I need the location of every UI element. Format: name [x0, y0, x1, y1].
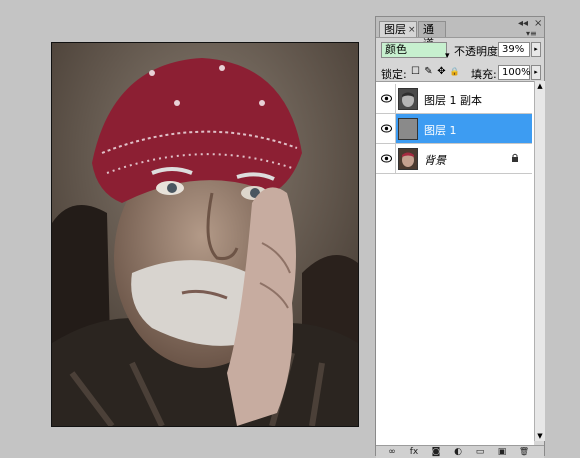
- layers-panel: 图层 × 通道 ◂◂ × ▾≡ 颜色 ▾ 不透明度: 39% ▸ 锁定: ☐ ✎…: [375, 16, 545, 458]
- layer-name: 背景: [424, 154, 446, 167]
- layer-thumbnail: [398, 118, 418, 140]
- panel-menu-icon[interactable]: ▾≡: [526, 29, 537, 38]
- layer-thumbnail: [398, 148, 418, 170]
- visibility-toggle[interactable]: [376, 114, 396, 143]
- lock-pixels-icon[interactable]: ✎: [423, 66, 434, 77]
- layer-name: 图层 1 副本: [424, 94, 482, 107]
- lock-transparency-icon[interactable]: ☐: [410, 66, 421, 77]
- chevron-down-icon: ▾: [445, 51, 450, 61]
- eye-icon: [381, 154, 392, 163]
- layer-name: 图层 1: [424, 124, 457, 137]
- scroll-down-icon[interactable]: ▼: [535, 431, 545, 441]
- lock-all-icon[interactable]: 🔒: [449, 66, 460, 77]
- tab-layers[interactable]: 图层 ×: [379, 21, 417, 37]
- layer-thumbnail: [398, 88, 418, 110]
- blend-opacity-row: 颜色 ▾ 不透明度: 39% ▸: [376, 39, 544, 61]
- layer-row-layer1[interactable]: 图层 1: [376, 114, 532, 144]
- lock-label: 锁定:: [381, 68, 407, 81]
- tab-layers-label: 图层: [384, 23, 406, 36]
- fill-stepper-icon[interactable]: ▸: [531, 65, 541, 80]
- layers-bottom-toolbar: ∞ fx ◙ ◐ ▭ ▣ 🗑: [376, 445, 544, 458]
- panel-tab-bar: 图层 × 通道 ◂◂ × ▾≡: [376, 17, 544, 50]
- eye-icon: [381, 124, 392, 133]
- layers-list: 图层 1 副本 图层 1 背景: [376, 81, 534, 454]
- fill-field[interactable]: 100%: [498, 65, 531, 80]
- layer-row-background[interactable]: 背景: [376, 144, 532, 174]
- layers-scrollbar[interactable]: ▲ ▼: [534, 81, 545, 441]
- layer-row-copy[interactable]: 图层 1 副本: [376, 84, 532, 114]
- visibility-toggle[interactable]: [376, 144, 396, 173]
- fill-label: 填充:: [471, 68, 497, 81]
- opacity-field[interactable]: 39%: [498, 42, 530, 57]
- tab-close-icon[interactable]: ×: [408, 23, 416, 37]
- blend-mode-select[interactable]: 颜色 ▾: [381, 42, 450, 61]
- lock-position-icon[interactable]: ✥: [436, 66, 447, 77]
- close-panel-icon[interactable]: ×: [534, 18, 542, 29]
- visibility-toggle[interactable]: [376, 84, 396, 113]
- eye-icon: [381, 94, 392, 103]
- tab-channels[interactable]: 通道: [418, 21, 446, 50]
- collapse-icon[interactable]: ◂◂: [518, 18, 528, 29]
- lock-fill-row: 锁定: ☐ ✎ ✥ 🔒 填充: 100% ▸: [376, 63, 544, 83]
- opacity-stepper-icon[interactable]: ▸: [531, 42, 541, 57]
- blend-mode-value: 颜色: [385, 43, 407, 56]
- document-canvas[interactable]: [0, 0, 372, 456]
- opacity-label: 不透明度:: [454, 45, 502, 58]
- lock-icon: [512, 153, 518, 162]
- scroll-up-icon[interactable]: ▲: [535, 81, 545, 91]
- portrait-image: [52, 43, 358, 426]
- portrait-photo[interactable]: [52, 43, 358, 426]
